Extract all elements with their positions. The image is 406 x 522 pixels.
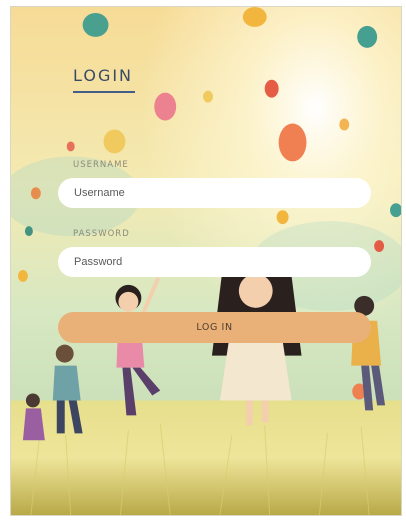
username-label: USERNAME — [73, 160, 129, 170]
password-input[interactable] — [58, 247, 371, 277]
password-label: PASSWORD — [73, 229, 130, 239]
title-underline — [73, 91, 135, 93]
page-title: LOGIN — [73, 66, 134, 85]
username-input[interactable] — [58, 178, 371, 208]
login-page: LOGIN USERNAME PASSWORD LOG IN — [10, 6, 402, 516]
login-button[interactable]: LOG IN — [58, 312, 371, 343]
